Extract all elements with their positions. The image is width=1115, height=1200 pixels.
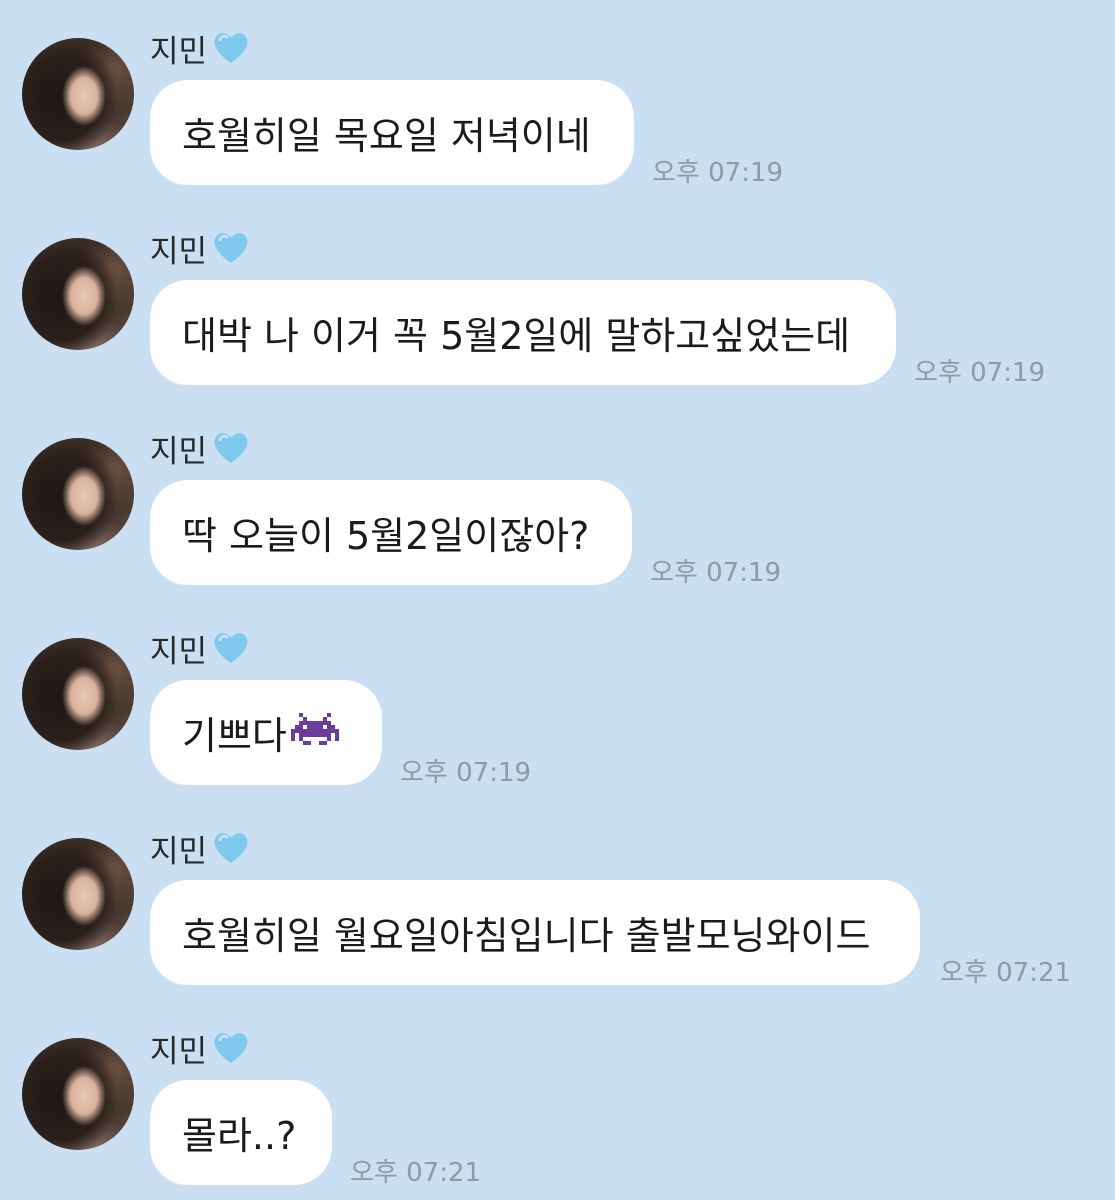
- message-text: 대박 나 이거 꼭 5월2일에 말하고싶었는데: [182, 314, 851, 358]
- message-row: 지민 딱 오늘이 5월2일이잖아? 오후 07:19: [0, 400, 1115, 588]
- message-timestamp: 오후 07:19: [650, 558, 782, 588]
- avatar[interactable]: [22, 638, 134, 750]
- message-timestamp: 오후 07:19: [400, 758, 532, 788]
- sender-name: 지민: [150, 633, 208, 670]
- light-blue-heart-icon: [214, 633, 248, 663]
- sender-name-row: 지민: [150, 228, 251, 270]
- message-text: 호월히일 목요일 저녁이네: [182, 114, 591, 158]
- avatar[interactable]: [22, 38, 134, 150]
- message-bubble[interactable]: 호월히일 목요일 저녁이네: [150, 80, 634, 185]
- message-text: 몰라..?: [182, 1114, 297, 1158]
- message-row: 지민 대박 나 이거 꼭 5월2일에 말하고싶었는데 오후 07:19: [0, 200, 1115, 388]
- message-bubble[interactable]: 대박 나 이거 꼭 5월2일에 말하고싶었는데: [150, 280, 896, 385]
- message-bubble[interactable]: 기쁘다: [150, 680, 382, 785]
- light-blue-heart-icon: [214, 833, 248, 863]
- sender-name-row: 지민: [150, 628, 251, 670]
- avatar[interactable]: [22, 438, 134, 550]
- message-bubble[interactable]: 호월히일 월요일아침입니다 출발모닝와이드: [150, 880, 920, 985]
- message-row: 지민 호월히일 목요일 저녁이네 오후 07:19: [0, 0, 1115, 188]
- avatar[interactable]: [22, 238, 134, 350]
- sender-name: 지민: [150, 833, 208, 870]
- message-timestamp: 오후 07:19: [652, 158, 784, 188]
- light-blue-heart-icon: [214, 433, 248, 463]
- sender-name-row: 지민: [150, 28, 251, 70]
- sender-name: 지민: [150, 1033, 208, 1070]
- sender-name: 지민: [150, 233, 208, 270]
- message-row: 지민 기쁘다 오후 07:19: [0, 600, 1115, 788]
- avatar[interactable]: [22, 1038, 134, 1150]
- message-timestamp: 오후 07:21: [350, 1158, 482, 1188]
- message-text: 호월히일 월요일아침입니다 출발모닝와이드: [182, 914, 871, 958]
- sender-name-row: 지민: [150, 1028, 251, 1070]
- light-blue-heart-icon: [214, 233, 248, 263]
- message-text: 딱 오늘이 5월2일이잖아?: [182, 514, 590, 558]
- message-row: 지민 호월히일 월요일아침입니다 출발모닝와이드 오후 07:21: [0, 800, 1115, 988]
- message-row: 지민 몰라..? 오후 07:21: [0, 1000, 1115, 1188]
- message-bubble[interactable]: 몰라..?: [150, 1080, 332, 1185]
- sender-name: 지민: [150, 433, 208, 470]
- message-bubble[interactable]: 딱 오늘이 5월2일이잖아?: [150, 480, 632, 585]
- message-text: 기쁘다: [182, 714, 287, 758]
- sender-name-row: 지민: [150, 428, 251, 470]
- message-timestamp: 오후 07:21: [940, 958, 1072, 988]
- light-blue-heart-icon: [214, 1033, 248, 1063]
- chat-room: 지민 호월히일 목요일 저녁이네 오후 07:19 지민 대박 나 이거 꼭 5…: [0, 0, 1115, 1200]
- sender-name: 지민: [150, 33, 208, 70]
- avatar[interactable]: [22, 838, 134, 950]
- alien-monster-icon: [290, 712, 339, 745]
- message-timestamp: 오후 07:19: [914, 358, 1046, 388]
- light-blue-heart-icon: [214, 33, 248, 63]
- sender-name-row: 지민: [150, 828, 251, 870]
